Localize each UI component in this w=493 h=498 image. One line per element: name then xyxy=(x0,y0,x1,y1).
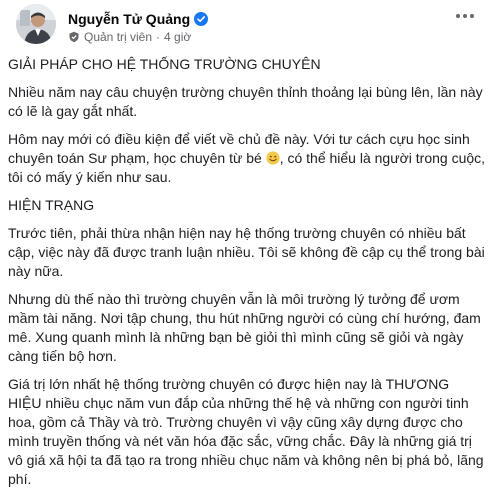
avatar[interactable] xyxy=(16,4,56,44)
paragraph-value: Giá trị lớn nhất hệ thống trường chuyên … xyxy=(8,376,484,487)
post-content: GIẢI PHÁP CHO HỆ THỐNG TRƯỜNG CHUYÊN Nhi… xyxy=(8,55,486,498)
paragraph-environment: Nhưng dù thế nào thì trường chuyên vẫn l… xyxy=(8,291,481,364)
author-role: Quản trị viên xyxy=(84,30,153,44)
author-name[interactable]: Nguyễn Tử Quảng xyxy=(68,11,190,27)
section-heading: HIỆN TRẠNG xyxy=(8,197,95,213)
paragraph-problems: Trước tiên, phải thừa nhận hiện nay hệ t… xyxy=(8,225,485,279)
smiling-face-icon xyxy=(266,151,280,165)
paragraph-intro: Nhiều năm nay câu chuyện trường chuyên t… xyxy=(8,84,483,119)
meta-separator: · xyxy=(156,30,161,44)
post-title: GIẢI PHÁP CHO HỆ THỐNG TRƯỜNG CHUYÊN xyxy=(8,56,321,72)
author-row: Nguyễn Tử Quảng xyxy=(68,10,209,28)
more-options-button[interactable] xyxy=(453,6,477,26)
admin-shield-icon xyxy=(68,31,80,43)
post-meta: Quản trị viên · 4 giờ xyxy=(68,30,191,44)
post-header: Nguyễn Tử Quảng Quản trị viên · 4 giờ xyxy=(16,4,477,46)
paragraph-context: Hôm nay mới có điều kiện để viết về chủ … xyxy=(8,130,486,187)
facebook-post: Nguyễn Tử Quảng Quản trị viên · 4 giờ GI… xyxy=(0,0,493,487)
post-time[interactable]: 4 giờ xyxy=(164,30,191,44)
more-options-icon xyxy=(456,14,474,18)
verified-badge-icon xyxy=(194,12,209,26)
avatar-image xyxy=(16,4,56,44)
